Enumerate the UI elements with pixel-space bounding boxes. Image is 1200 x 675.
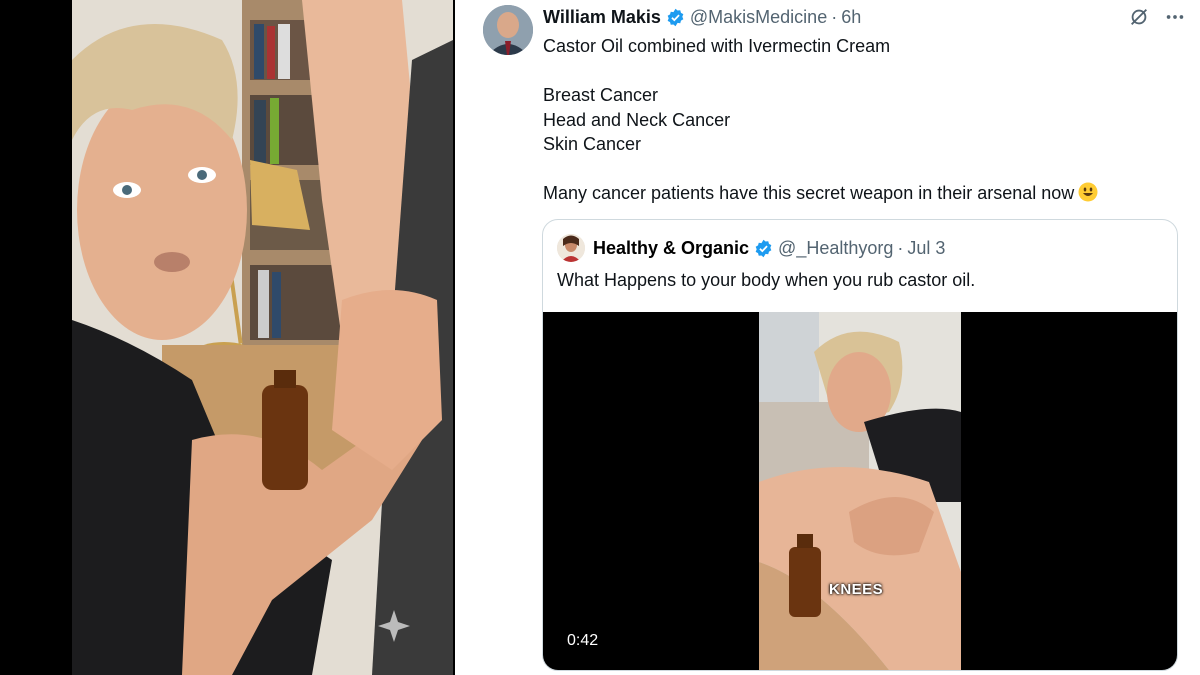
verified-badge-icon: [666, 8, 685, 27]
tweet-time[interactable]: 6h: [841, 6, 861, 28]
tweet-line: Castor Oil combined with Ivermectin Crea…: [543, 36, 891, 56]
separator-dot: ·: [831, 7, 838, 27]
tweet-line: Skin Cancer: [543, 134, 642, 154]
quoted-author-handle[interactable]: @_Healthyorg: [778, 236, 893, 260]
tweet-actions: [1128, 6, 1186, 28]
left-video-frame: [72, 0, 453, 675]
tweet-line-text: Many cancer patients have this secret we…: [543, 183, 1075, 203]
video-duration: 0:42: [567, 632, 599, 649]
video-still-illustration: [72, 0, 453, 675]
quoted-author-avatar[interactable]: [557, 234, 585, 262]
video-caption: KNEES: [829, 581, 884, 598]
tweet-text: Castor Oil combined with Ivermectin Crea…: [543, 34, 1098, 206]
author-avatar[interactable]: [483, 5, 533, 55]
author-name[interactable]: William Makis: [543, 6, 661, 28]
author-handle[interactable]: @MakisMedicine: [690, 6, 827, 28]
quoted-author-name[interactable]: Healthy & Organic: [593, 236, 749, 260]
quoted-date[interactable]: Jul 3: [907, 236, 945, 260]
quoted-video-player[interactable]: KNEES 0:42: [543, 312, 1177, 670]
quoted-video-frame: [759, 312, 961, 670]
quoted-text: What Happens to your body when you rub c…: [557, 270, 976, 290]
separator-dot: ·: [897, 238, 904, 258]
tweet-line: Breast Cancer: [543, 85, 659, 105]
smiley-emoji-icon: [1078, 182, 1098, 202]
grok-icon[interactable]: [1128, 6, 1150, 28]
tweet-card[interactable]: William Makis @MakisMedicine · 6h Castor…: [455, 0, 1200, 675]
tweet-line: Head and Neck Cancer: [543, 109, 731, 130]
tweet-header: William Makis @MakisMedicine · 6h: [543, 6, 861, 28]
quoted-tweet[interactable]: Healthy & Organic @_Healthyorg · Jul 3 W…: [542, 219, 1178, 671]
verified-badge-icon: [754, 239, 773, 258]
more-options-icon[interactable]: [1164, 6, 1186, 28]
tweet-line: Many cancer patients have this secret we…: [543, 181, 1098, 206]
quoted-header: Healthy & Organic @_Healthyorg · Jul 3: [593, 236, 945, 260]
